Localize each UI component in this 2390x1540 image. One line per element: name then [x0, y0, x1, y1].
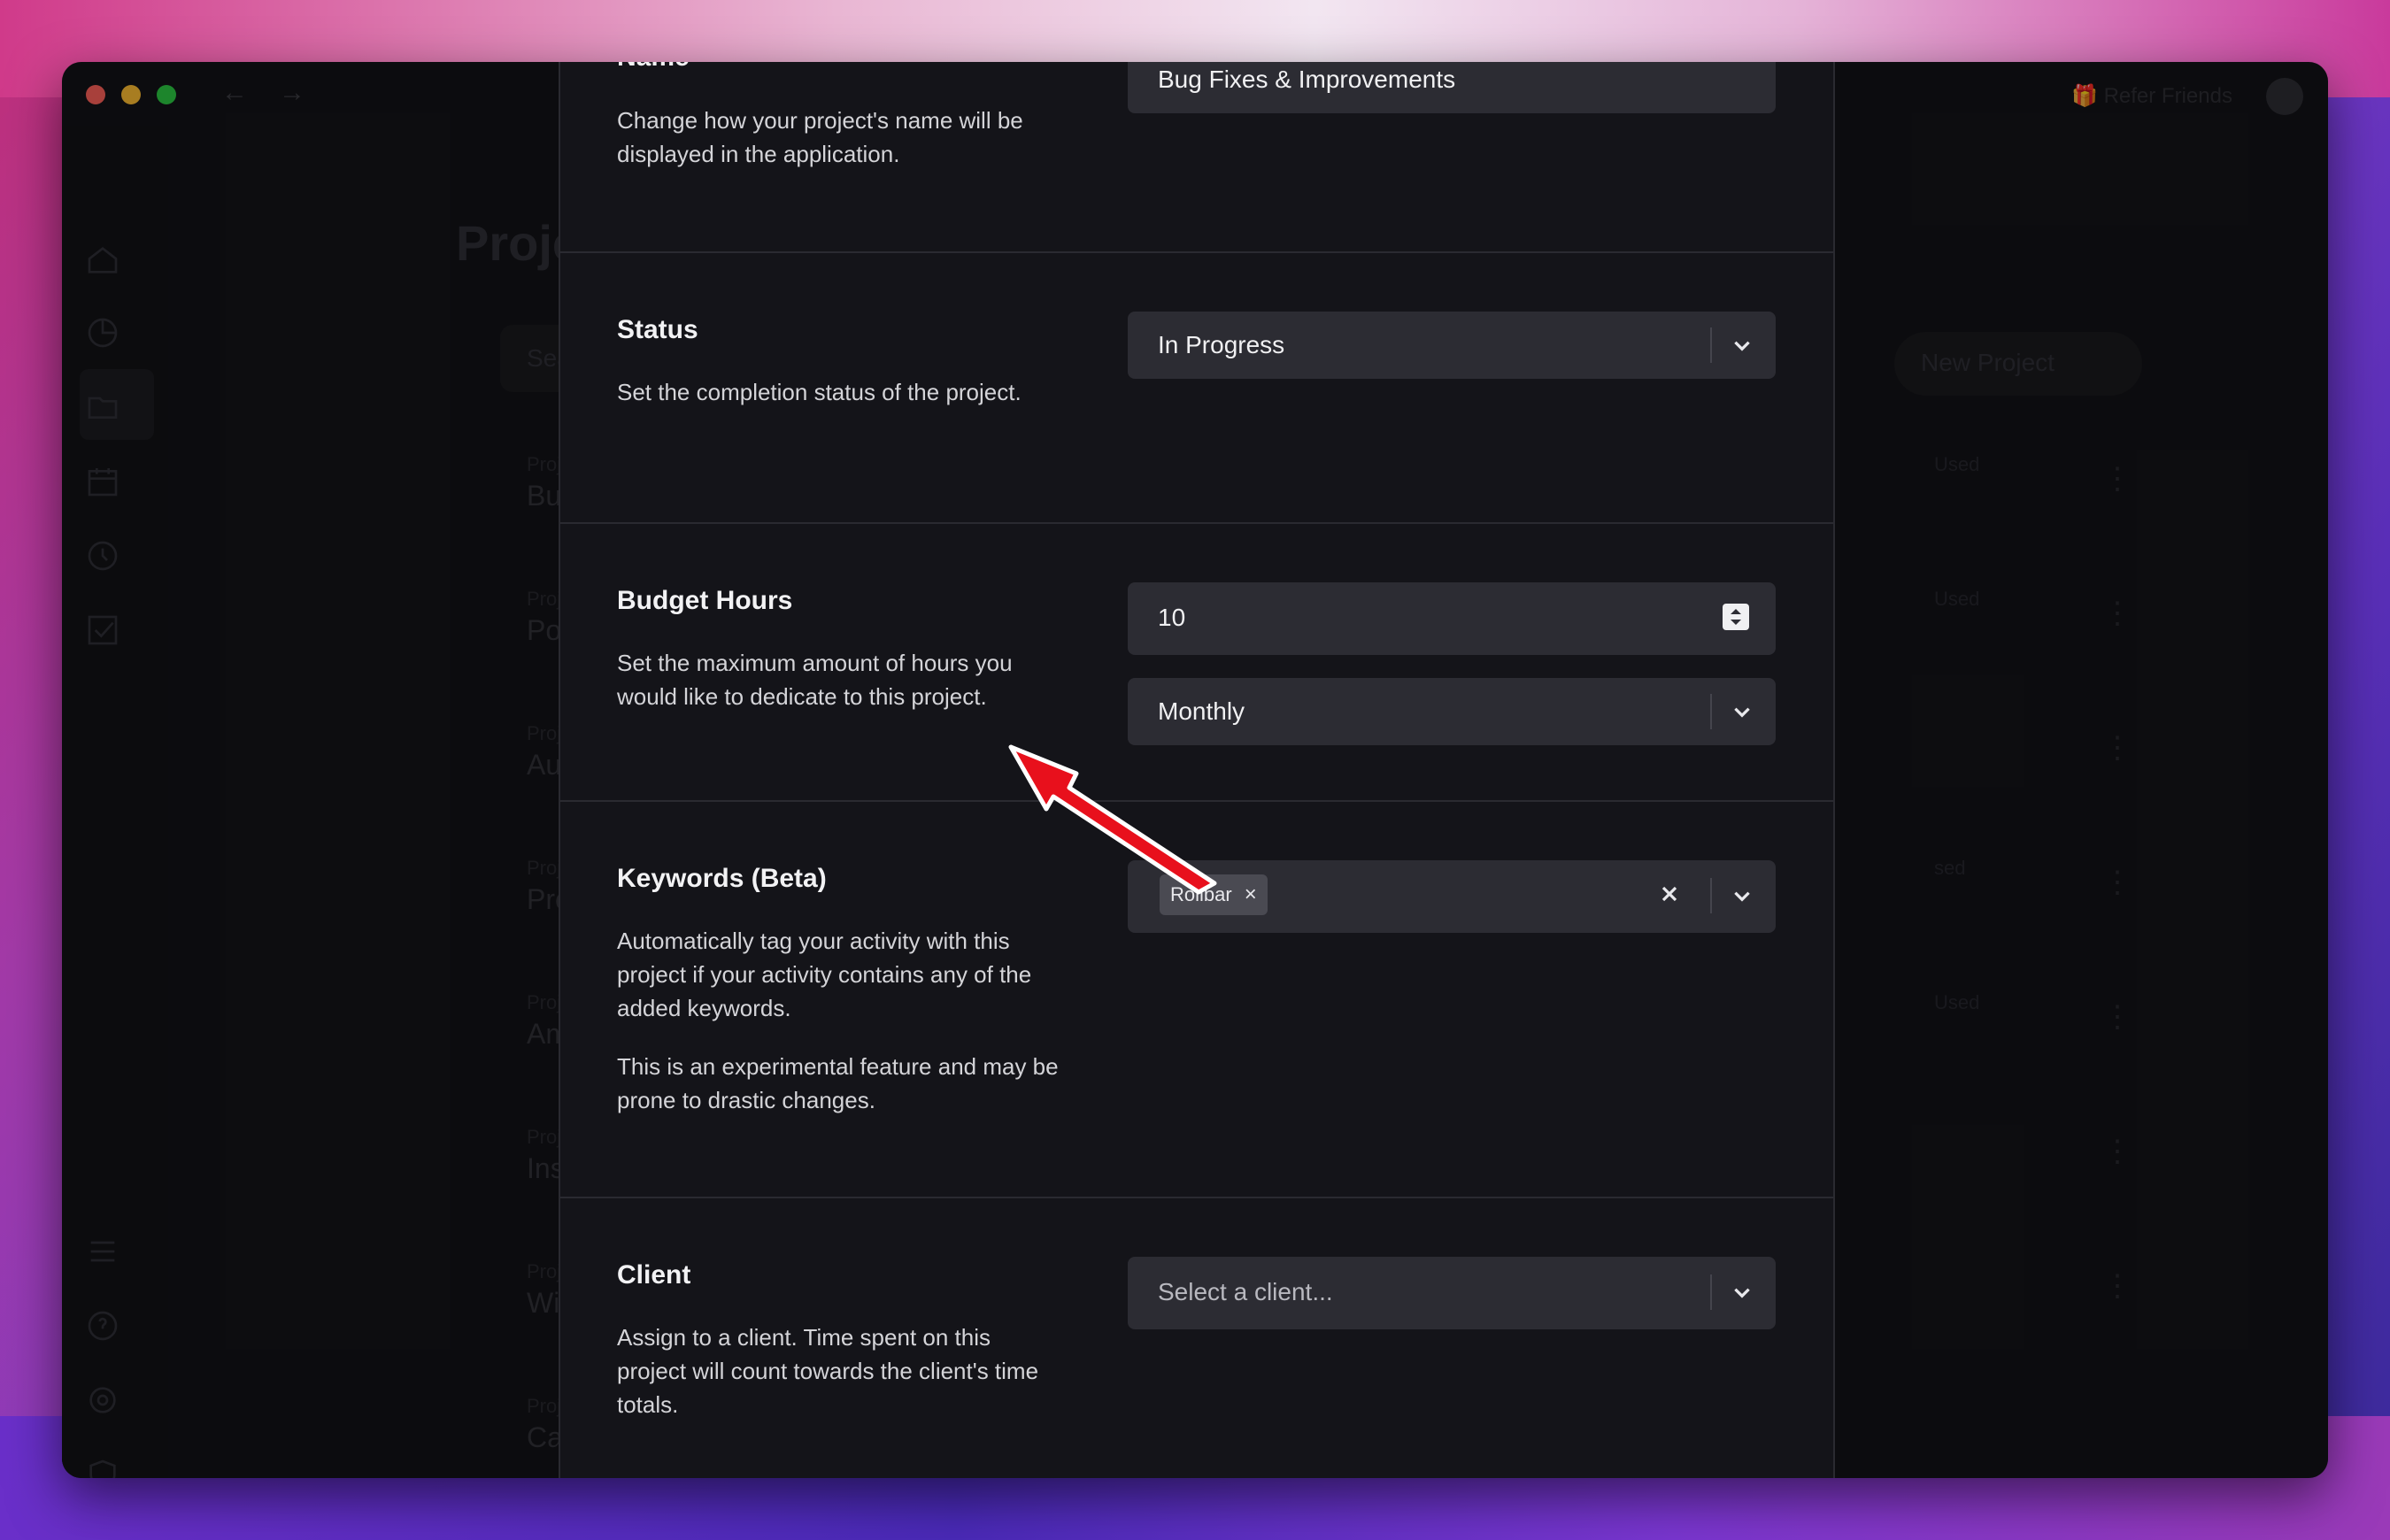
select-divider: [1710, 694, 1712, 729]
keyword-tag: Rollbar ×: [1160, 874, 1268, 915]
select-divider: [1710, 1274, 1712, 1310]
select-divider: [1710, 327, 1712, 363]
chevron-down-icon[interactable]: [1724, 878, 1760, 913]
chevron-down-icon[interactable]: [1724, 1274, 1760, 1310]
status-title: Status: [617, 315, 698, 344]
budget-period-select[interactable]: Monthly: [1128, 678, 1776, 745]
chevron-down-icon[interactable]: [1724, 694, 1760, 729]
chevron-down-icon[interactable]: [1724, 327, 1760, 363]
status-description: Set the completion status of the project…: [617, 379, 1022, 405]
client-title: Client: [617, 1260, 691, 1290]
client-select[interactable]: Select a client...: [1128, 1257, 1776, 1329]
name-section: Name Change how your project's name will…: [560, 62, 1833, 253]
budget-title: Budget Hours: [617, 586, 793, 615]
keywords-description: Automatically tag your activity with thi…: [617, 928, 1032, 1021]
budget-description: Set the maximum amount of hours you woul…: [617, 650, 1013, 710]
client-description: Assign to a client. Time spent on this p…: [617, 1324, 1039, 1418]
status-select[interactable]: In Progress: [1128, 312, 1776, 379]
keywords-multiselect[interactable]: Rollbar ×: [1128, 860, 1776, 933]
close-icon[interactable]: ×: [1245, 882, 1257, 907]
clear-icon[interactable]: [1652, 874, 1687, 913]
budget-hours-input[interactable]: 10: [1128, 582, 1776, 655]
budget-section: Budget Hours Set the maximum amount of h…: [560, 524, 1833, 802]
project-name-input[interactable]: Bug Fixes & Improvements: [1128, 62, 1776, 113]
keywords-title: Keywords (Beta): [617, 864, 827, 893]
stepper-icon[interactable]: [1723, 604, 1749, 630]
keywords-note: This is an experimental feature and may …: [617, 1053, 1059, 1113]
name-title: Name: [617, 62, 690, 73]
client-section: Client Assign to a client. Time spent on…: [560, 1198, 1833, 1478]
name-description: Change how your project's name will be d…: [617, 107, 1023, 167]
select-divider: [1710, 878, 1712, 913]
keywords-section: Keywords (Beta) Automatically tag your a…: [560, 802, 1833, 1198]
edit-project-modal: Name Change how your project's name will…: [559, 62, 1835, 1478]
status-section: Status Set the completion status of the …: [560, 253, 1833, 524]
